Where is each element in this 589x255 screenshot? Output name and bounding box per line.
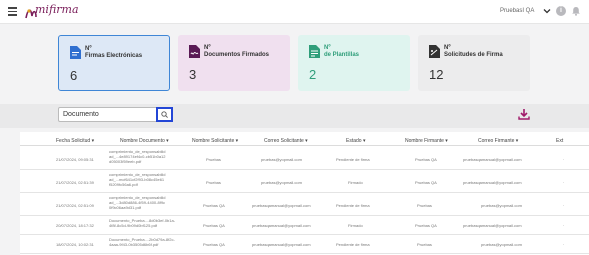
cell-fecha: 21/07/2024, 09:05:31 (56, 157, 94, 162)
search-button[interactable] (156, 107, 173, 122)
cell-extra: · (563, 157, 565, 162)
cell-correo: pruebasqamanual@yopmail.com (252, 242, 311, 247)
card-documentos-firmados[interactable]: Nº Documentos Firmados 3 (178, 35, 290, 91)
top-header: mifirma PruebasI QA i (0, 0, 589, 24)
cell-estado: Pendiente de firma (336, 203, 370, 208)
card-label: Firmas Electrónicas (85, 53, 143, 59)
cell-documento[interactable]: Documento_Prueba....2b0d79a-8f2c-4aaa-9f… (109, 237, 179, 247)
column-header[interactable]: Fecha Solicitud ▾ (56, 138, 94, 144)
cell-solicitante: Pruebas QA (203, 242, 225, 247)
table-row[interactable]: 21/07/2024, 02:51:09 comprimiento_de_res… (20, 194, 589, 216)
cell-solicitante: Pruebas (206, 157, 221, 162)
column-header[interactable]: Nombre Solicitante ▾ (192, 138, 238, 144)
document-icon (70, 46, 81, 59)
card-label-prefix: Nº (324, 45, 331, 51)
card-label: Documentos Firmados (204, 52, 270, 58)
cell-solicitante: Pruebas QA (203, 223, 225, 228)
column-header[interactable]: Correo Solicitante ▾ (264, 138, 308, 144)
cell-firmante: Pruebas (417, 203, 432, 208)
cell-documento[interactable]: comprimiento_de_responsabilid ad_...mcf6… (109, 172, 179, 187)
cell-correo: pruebasqamanual@yopmail.com (252, 203, 311, 208)
download-icon[interactable] (518, 108, 530, 120)
cell-correo: pruebas@yopmail.com (261, 157, 302, 162)
signed-document-icon (189, 45, 200, 58)
card-label-prefix: Nº (444, 45, 451, 51)
cell-estado: Pendiente de firma (336, 157, 370, 162)
cell-extra: · (563, 223, 565, 228)
signature-request-icon (429, 45, 440, 58)
cell-estado: Firmado (348, 223, 363, 228)
column-header[interactable]: Nombre Firmante ▾ (405, 138, 448, 144)
cell-estado: Firmado (348, 180, 363, 185)
table-row[interactable]: 21/07/2024, 09:05:31 comprimiento_de_res… (20, 148, 589, 170)
cell-fecha: 18/07/2024, 10:02:31 (56, 242, 94, 247)
card-label: Solicitudes de Firma (444, 52, 503, 58)
cell-firmante: Pruebas QA (415, 157, 437, 162)
card-count: 3 (189, 67, 197, 82)
card-label-prefix: Nº (204, 45, 211, 51)
cell-fecha: 21/07/2024, 02:51:39 (56, 180, 94, 185)
card-solicitudes-de-firma[interactable]: Nº Solicitudes de Firma 12 (418, 35, 530, 91)
cell-extra: · (563, 203, 565, 208)
cell-documento[interactable]: comprimiento_de_responsabilid ad_...4e89… (109, 149, 179, 164)
cell-correo-firmante: pruebasqamanual@yopmail.com (463, 223, 522, 228)
column-header[interactable]: Ext (556, 138, 563, 144)
card-label: de Plantillas (324, 52, 360, 58)
cell-firmante: Pruebas QA (415, 223, 437, 228)
cell-firmante: Pruebas QA (415, 180, 437, 185)
chevron-down-icon[interactable] (543, 7, 551, 15)
cell-fecha: 20/07/2024, 18:17:32 (56, 223, 94, 228)
card-count: 2 (309, 67, 317, 82)
card-plantillas[interactable]: Nº de Plantillas 2 (298, 35, 410, 91)
cell-solicitante: Pruebas QA (203, 203, 225, 208)
cell-correo-firmante: pruebas@yopmail.com (481, 203, 522, 208)
table-header-row: Fecha Solicitud ▾ Nombre Documento ▾ Nom… (20, 136, 589, 146)
table-row[interactable]: 18/07/2024, 10:02:31 Documento_Prueba...… (20, 236, 589, 254)
cell-solicitante: Pruebas (206, 180, 221, 185)
cell-extra: · (563, 180, 565, 185)
cell-documento[interactable]: Documento_Prueba....8d0b3ef-0b1a-4f8f-8c… (109, 218, 179, 228)
info-icon[interactable]: i (556, 6, 566, 16)
column-header[interactable]: Nombre Documento ▾ (120, 138, 169, 144)
card-count: 12 (429, 67, 444, 82)
card-firmas-electronicas[interactable]: Nº Firmas Electrónicas 6 (58, 35, 170, 91)
card-label-prefix: Nº (85, 46, 92, 52)
requests-table: Fecha Solicitud ▾ Nombre Documento ▾ Nom… (20, 132, 589, 255)
cell-extra: · (563, 242, 565, 247)
cell-correo: pruebasqamanual@yopmail.com (252, 223, 311, 228)
column-header[interactable]: Correo Firmante ▾ (478, 138, 518, 144)
cell-correo: pruebas@yopmail.com (261, 180, 302, 185)
card-count: 6 (70, 68, 78, 83)
cell-firmante: Pruebas (417, 242, 432, 247)
bell-icon[interactable] (571, 6, 581, 16)
user-name[interactable]: PruebasI QA (500, 8, 534, 14)
column-header[interactable]: Estado ▾ (346, 138, 365, 144)
cell-correo-firmante: pruebasqamanual@yopmail.com (463, 157, 522, 162)
cell-documento[interactable]: comprimiento_de_responsabilid ad_...3d80… (109, 195, 179, 210)
table-row[interactable]: 21/07/2024, 02:51:39 comprimiento_de_res… (20, 171, 589, 193)
cell-fecha: 21/07/2024, 02:51:09 (56, 203, 94, 208)
template-icon (309, 45, 320, 58)
cell-correo-firmante: pruebas@yopmail.com (481, 242, 522, 247)
logo-text: mifirma (35, 3, 79, 16)
cell-correo-firmante: pruebasqamanual@yopmail.com (463, 180, 522, 185)
cell-estado: Pendiente de firma (336, 242, 370, 247)
search-icon (161, 111, 168, 118)
menu-icon[interactable] (8, 7, 17, 16)
search-input[interactable]: Documento (58, 107, 158, 122)
table-row[interactable]: 20/07/2024, 18:17:32 Documento_Prueba...… (20, 217, 589, 235)
